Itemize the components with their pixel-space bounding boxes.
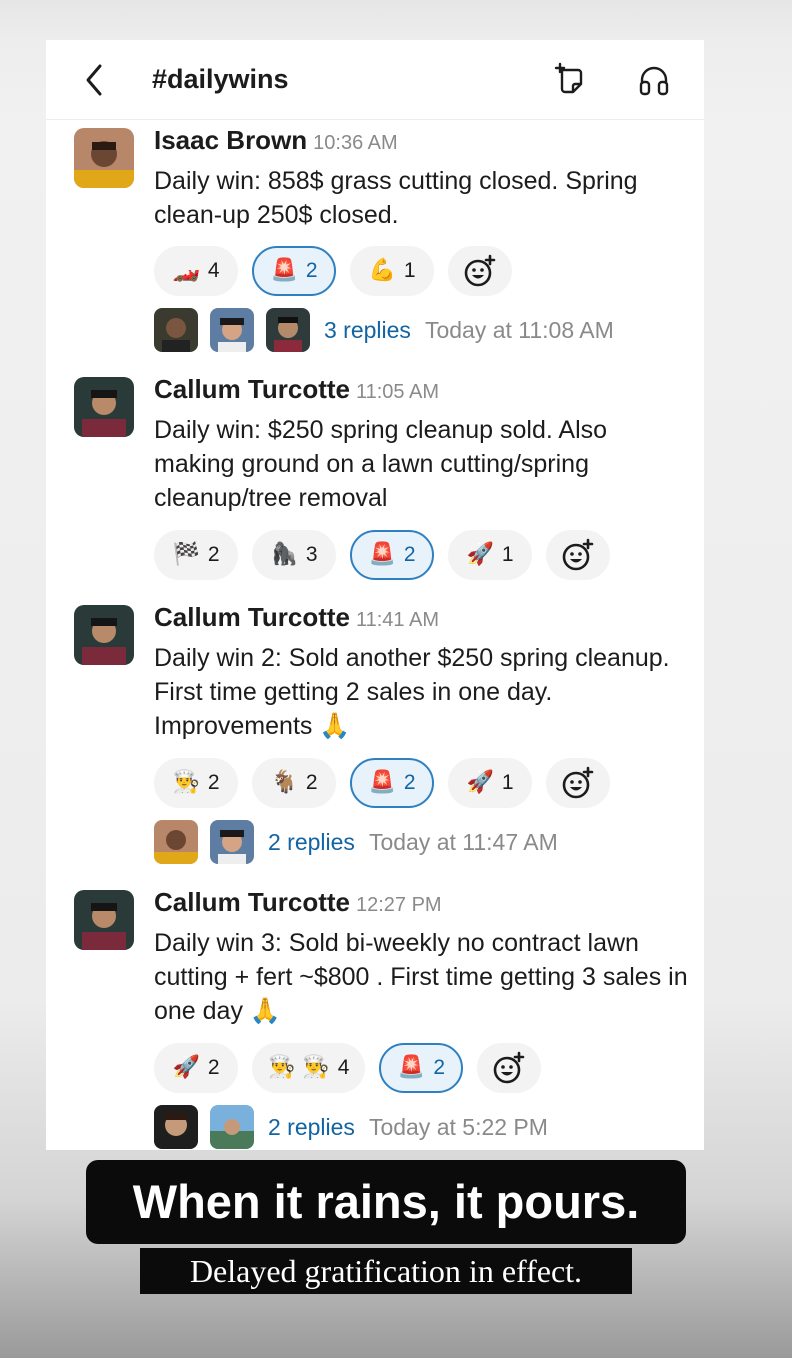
- rocket-icon: 🚀: [172, 1055, 200, 1080]
- message-text: Daily win 2: Sold another $250 spring cl…: [154, 644, 670, 740]
- reaction-count: 4: [207, 259, 220, 282]
- reply-avatar: [266, 308, 310, 352]
- replies-time: Today at 11:47 AM: [368, 828, 558, 855]
- author-name[interactable]: Callum Turcotte: [154, 602, 350, 632]
- author-name[interactable]: Callum Turcotte: [154, 374, 350, 404]
- siren-icon: 🚨: [270, 258, 298, 283]
- reaction-pill[interactable]: 🚀 2: [154, 1043, 238, 1093]
- reply-avatar: [210, 1105, 254, 1149]
- siren-icon: 🚨: [368, 542, 396, 567]
- chef-icon: 👨‍🍳: [172, 770, 200, 795]
- reply-avatar: [210, 820, 254, 864]
- replies-time: Today at 5:22 PM: [368, 1113, 548, 1140]
- siren-icon: 🚨: [368, 770, 396, 795]
- add-reaction-button[interactable]: [477, 1043, 542, 1093]
- reaction-count: 3: [305, 543, 318, 566]
- reaction-count: 2: [305, 771, 318, 794]
- reaction-count: 2: [403, 543, 416, 566]
- add-reaction-button[interactable]: [546, 530, 610, 580]
- message-time: 11:41 AM: [355, 609, 440, 631]
- reaction-count: 2: [305, 259, 318, 282]
- reaction-pill[interactable]: 🚨 2: [379, 1043, 464, 1093]
- reaction-count: 2: [403, 771, 416, 794]
- reaction-pill[interactable]: 👨‍🍳 2: [154, 758, 238, 808]
- replies-link[interactable]: 2 replies: [268, 1114, 355, 1141]
- reply-avatar: [154, 820, 198, 864]
- reaction-pill[interactable]: 🏎️ 4: [154, 246, 238, 296]
- flexed-biceps-icon: 💪: [368, 258, 396, 283]
- reaction-count: 1: [501, 771, 514, 794]
- channel-header: #dailywins: [46, 40, 704, 120]
- avatar[interactable]: [74, 377, 134, 437]
- add-reaction-button[interactable]: [448, 246, 512, 296]
- message-text: Daily win 3: Sold bi-weekly no contract …: [154, 929, 688, 1025]
- reaction-pill[interactable]: 🚨 2: [252, 246, 336, 296]
- reaction-pill[interactable]: 🚨 2: [350, 530, 434, 580]
- message-time: 12:27 PM: [355, 894, 442, 916]
- reply-avatar: [154, 1105, 198, 1149]
- race-car-icon: 🏎️: [172, 258, 200, 283]
- reaction-pill[interactable]: 💪 1: [350, 246, 434, 296]
- reaction-bar: 👨‍🍳 2 🐐 2 🚨 2 🚀 1: [154, 758, 610, 808]
- rocket-icon: 🚀: [466, 770, 494, 795]
- slack-channel-card: #dailywins Isaac Brown 10:36 AM Daily win…: [46, 40, 704, 1150]
- replies-time: Today at 11:08 AM: [424, 316, 614, 343]
- chef-icon: 👨‍🍳 👨‍🍳: [268, 1055, 330, 1080]
- author-name[interactable]: Isaac Brown: [154, 125, 307, 155]
- message-time: 11:05 AM: [355, 381, 440, 403]
- reaction-pill[interactable]: 🐐 2: [252, 758, 336, 808]
- reaction-count: 2: [433, 1056, 446, 1079]
- thread-replies: 3 replies Today at 11:08 AM: [154, 308, 614, 352]
- caption-headline: When it rains, it pours.: [86, 1160, 686, 1244]
- checkered-flag-icon: 🏁: [172, 542, 200, 567]
- add-reaction-icon: [464, 254, 496, 287]
- replies-link[interactable]: 2 replies: [268, 829, 355, 856]
- reply-avatar: [210, 308, 254, 352]
- reaction-count: 1: [403, 259, 416, 282]
- reaction-pill[interactable]: 👨‍🍳 👨‍🍳 4: [252, 1043, 366, 1093]
- rocket-icon: 🚀: [466, 542, 494, 567]
- add-reaction-icon: [562, 538, 594, 571]
- author-name[interactable]: Callum Turcotte: [154, 887, 350, 917]
- goat-icon: 🐐: [270, 770, 298, 795]
- reply-avatar: [154, 308, 198, 352]
- reaction-pill[interactable]: 🚨 2: [350, 758, 434, 808]
- reaction-count: 2: [207, 543, 220, 566]
- add-reaction-icon: [562, 766, 594, 799]
- avatar[interactable]: [74, 128, 134, 188]
- reaction-count: 2: [207, 1056, 220, 1079]
- reaction-count: 4: [337, 1056, 350, 1079]
- caption-subline: Delayed gratification in effect.: [140, 1248, 632, 1294]
- avatar[interactable]: [74, 890, 134, 950]
- thread-replies: 2 replies Today at 11:47 AM: [154, 820, 558, 864]
- siren-icon: 🚨: [397, 1055, 426, 1080]
- reaction-bar: 🏁 2 🦍 3 🚨 2 🚀 1: [154, 530, 610, 580]
- reaction-pill[interactable]: 🏁 2: [154, 530, 238, 580]
- message-text: Daily win: 858$ grass cutting closed. Sp…: [154, 167, 638, 229]
- channel-title[interactable]: #dailywins: [152, 64, 289, 95]
- avatar[interactable]: [74, 605, 134, 665]
- replies-link[interactable]: 3 replies: [324, 317, 411, 344]
- back-chevron-icon[interactable]: [80, 62, 108, 98]
- reaction-count: 1: [501, 543, 514, 566]
- add-reaction-button[interactable]: [546, 758, 610, 808]
- reaction-pill[interactable]: 🚀 1: [448, 758, 532, 808]
- reaction-pill[interactable]: 🚀 1: [448, 530, 532, 580]
- message-text: Daily win: $250 spring cleanup sold. Als…: [154, 416, 608, 512]
- reaction-bar: 🏎️ 4 🚨 2 💪 1: [154, 246, 512, 296]
- gorilla-icon: 🦍: [270, 542, 298, 567]
- reaction-bar: 🚀 2 👨‍🍳 👨‍🍳 4 🚨 2: [154, 1043, 542, 1093]
- thread-replies: 2 replies Today at 5:22 PM: [154, 1105, 548, 1149]
- message-time: 10:36 AM: [313, 132, 398, 154]
- reaction-pill[interactable]: 🦍 3: [252, 530, 336, 580]
- huddle-headphones-icon[interactable]: [636, 62, 672, 98]
- reaction-count: 2: [207, 771, 220, 794]
- canvas-add-icon[interactable]: [552, 62, 588, 98]
- add-reaction-icon: [494, 1051, 525, 1084]
